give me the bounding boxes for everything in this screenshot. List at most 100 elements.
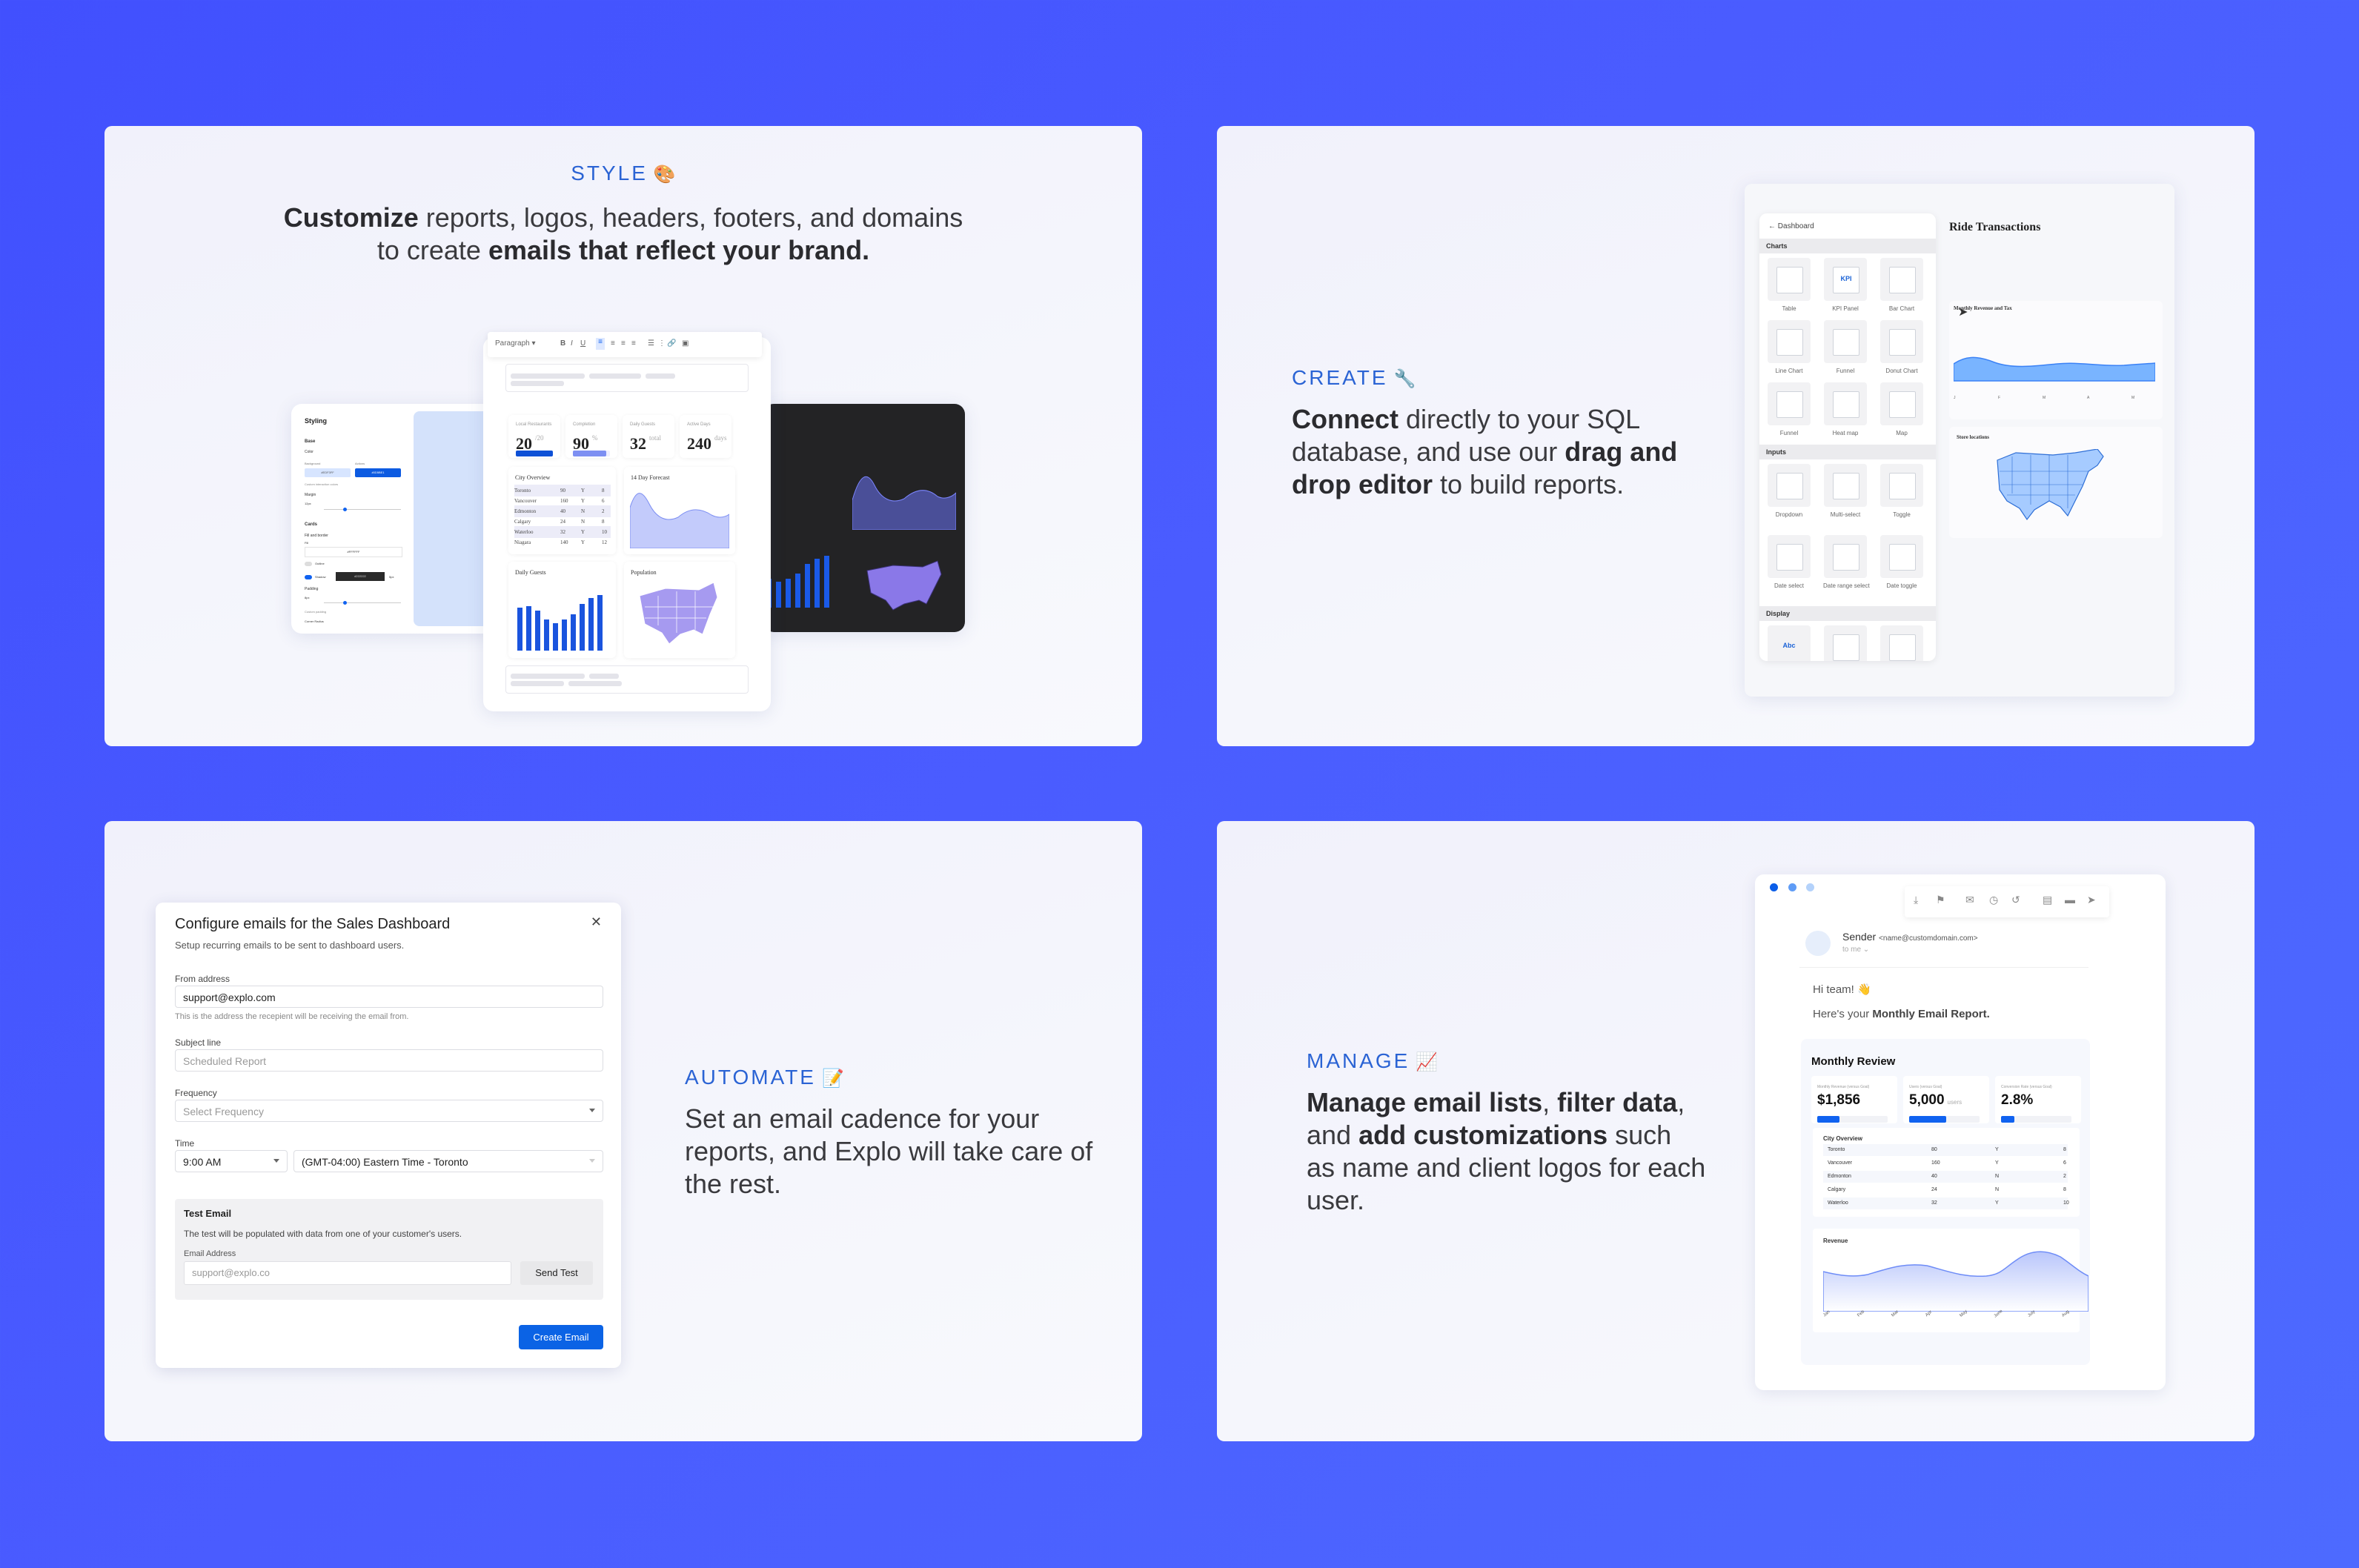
- align-right-icon[interactable]: ≡: [621, 339, 626, 348]
- component-multi-select[interactable]: Multi-select: [1823, 464, 1868, 518]
- kpi-progress-track: [1817, 1116, 1888, 1123]
- back-to-dashboard[interactable]: ← Dashboard: [1768, 222, 1814, 230]
- margin-slider-handle[interactable]: [343, 508, 347, 511]
- clock-icon[interactable]: ◷: [1989, 894, 1998, 906]
- align-center-icon[interactable]: ≡: [611, 339, 615, 348]
- underline-button[interactable]: U: [580, 339, 585, 348]
- component-map[interactable]: Map: [1879, 382, 1924, 436]
- time-select[interactable]: 9:00 AM: [175, 1150, 288, 1172]
- x-tick-label: Mar: [1891, 1309, 1900, 1318]
- kpi-progress-track: [1909, 1116, 1980, 1123]
- send-test-button[interactable]: Send Test: [520, 1261, 593, 1285]
- section-header-charts: Charts: [1759, 239, 1936, 253]
- recipient-line[interactable]: to me ⌄: [1842, 946, 1869, 954]
- from-address-input[interactable]: support@explo.com: [175, 986, 603, 1008]
- daily-guests-card: Daily Guests: [508, 562, 616, 658]
- close-icon[interactable]: ✕: [591, 914, 602, 930]
- kpi-progress-fill: [573, 451, 606, 456]
- subject-line-input[interactable]: Scheduled Report: [175, 1049, 603, 1072]
- flag-icon[interactable]: ⚑: [1936, 894, 1945, 906]
- table-cell: Y: [1995, 1147, 1999, 1152]
- numbered-list-icon[interactable]: ⋮: [658, 339, 666, 348]
- margin-slider[interactable]: [324, 508, 401, 511]
- italic-button[interactable]: I: [571, 339, 573, 348]
- component-text[interactable]: Abc: [1767, 625, 1811, 661]
- bar-mark: [824, 556, 829, 608]
- send-icon[interactable]: ➤: [2087, 894, 2096, 906]
- table-cell: 8: [602, 488, 605, 494]
- header-block[interactable]: [505, 364, 749, 392]
- table-cell: 6: [602, 498, 605, 504]
- component-container[interactable]: [1879, 625, 1924, 661]
- manage-eyebrow: MANAGE 📈: [1307, 1049, 1438, 1073]
- kpi-unit: %: [592, 434, 598, 442]
- skeleton-line: [646, 373, 675, 379]
- email-city-title: City Overview: [1823, 1135, 1862, 1142]
- from-address-help: This is the address the recepient will b…: [175, 1012, 409, 1021]
- component-date-range-select[interactable]: Date range select: [1823, 535, 1870, 589]
- component-bar-chart[interactable]: Bar Chart: [1879, 258, 1924, 312]
- mail-icon[interactable]: ✉: [1965, 894, 1974, 906]
- component-kpi-panel[interactable]: KPI KPI Panel: [1823, 258, 1868, 312]
- margin-value[interactable]: 12px: [305, 502, 311, 505]
- image-icon[interactable]: ▣: [682, 339, 689, 348]
- component-date-toggle[interactable]: Date toggle: [1879, 535, 1924, 589]
- test-email-input[interactable]: support@explo.co: [184, 1261, 511, 1285]
- component-table[interactable]: Table: [1767, 258, 1811, 312]
- component-label: Date toggle: [1886, 582, 1917, 589]
- background-color-swatch[interactable]: #EDF3FF: [305, 468, 351, 477]
- create-email-button[interactable]: Create Email: [519, 1325, 603, 1349]
- bullet-list-icon[interactable]: ☰: [648, 339, 654, 348]
- link-icon[interactable]: 🔗: [667, 339, 676, 348]
- frequency-label: Frequency: [175, 1088, 217, 1098]
- bold-button[interactable]: B: [560, 339, 565, 348]
- download-icon[interactable]: ⤓: [1914, 894, 1918, 906]
- kpi-value: 2.8%: [2001, 1092, 2034, 1108]
- frequency-select[interactable]: Select Frequency: [175, 1100, 603, 1122]
- shadow-color-input[interactable]: #222222: [336, 572, 385, 581]
- custom-padding-toggle[interactable]: Custom padding: [305, 610, 326, 614]
- component-heat-map[interactable]: Heat map: [1823, 382, 1868, 436]
- padding-slider-handle[interactable]: [343, 601, 347, 605]
- email-city-table: Toronto 80 Y 8 Vancouver 160 Y 6 Edmonton 40 N 2 Cal…: [1823, 1144, 2086, 1211]
- timezone-select[interactable]: (GMT-04:00) Eastern Time - Toronto: [293, 1150, 603, 1172]
- paragraph-style-dropdown[interactable]: Paragraph ▾: [495, 339, 536, 348]
- chevron-down-icon: [589, 1109, 595, 1112]
- shadow-toggle[interactable]: [305, 575, 312, 579]
- padding-slider[interactable]: [324, 601, 401, 605]
- padding-value[interactable]: 8px: [305, 596, 309, 599]
- table-cell: 2: [2063, 1174, 2066, 1179]
- table-cell: N: [581, 519, 585, 525]
- component-label: Bar Chart: [1888, 305, 1915, 312]
- kpi-unit: days: [714, 434, 727, 442]
- component-image[interactable]: [1823, 625, 1868, 661]
- sender-address: <name@customdomain.com>: [1879, 934, 1978, 943]
- bar-mark: [571, 614, 576, 651]
- actions-color-swatch[interactable]: #0D5BE1: [355, 468, 401, 477]
- outline-toggle[interactable]: [305, 562, 312, 566]
- dashboard-builder: ← Dashboard Charts Table KPI KPI Panel Bar C…: [1745, 184, 2174, 697]
- skeleton-line: [511, 674, 585, 679]
- component-donut-chart[interactable]: Donut Chart: [1879, 320, 1924, 374]
- component-funnel[interactable]: Funnel: [1767, 382, 1811, 436]
- fill-color-input[interactable]: #FFFFFF: [305, 547, 402, 557]
- component-line-chart[interactable]: Line Chart: [1767, 320, 1811, 374]
- snooze-icon[interactable]: ↺: [2011, 894, 2020, 906]
- component-dropdown[interactable]: Dropdown: [1767, 464, 1811, 518]
- shadow-size-input[interactable]: 5px: [389, 575, 394, 579]
- custom-interaction-toggle[interactable]: Custom interaction colors: [305, 482, 338, 486]
- city-overview-title: City Overview: [515, 474, 551, 481]
- kpi-label: Local Restaurants: [516, 422, 552, 427]
- footer-block[interactable]: [505, 665, 749, 694]
- component-funnel[interactable]: Funnel: [1823, 320, 1868, 374]
- table-cell: 32: [560, 529, 565, 535]
- move-icon[interactable]: ▤: [2043, 894, 2052, 906]
- kpi-progress-fill: [1909, 1116, 1947, 1123]
- window-dot: [1788, 883, 1796, 891]
- align-justify-icon[interactable]: ≡: [631, 339, 636, 348]
- folder-add-icon[interactable]: ▬: [2065, 894, 2075, 906]
- component-toggle[interactable]: Toggle: [1879, 464, 1924, 518]
- component-date-select[interactable]: Date select: [1767, 535, 1811, 589]
- align-left-icon[interactable]: ≡: [596, 338, 605, 350]
- bar-mark: [562, 619, 567, 651]
